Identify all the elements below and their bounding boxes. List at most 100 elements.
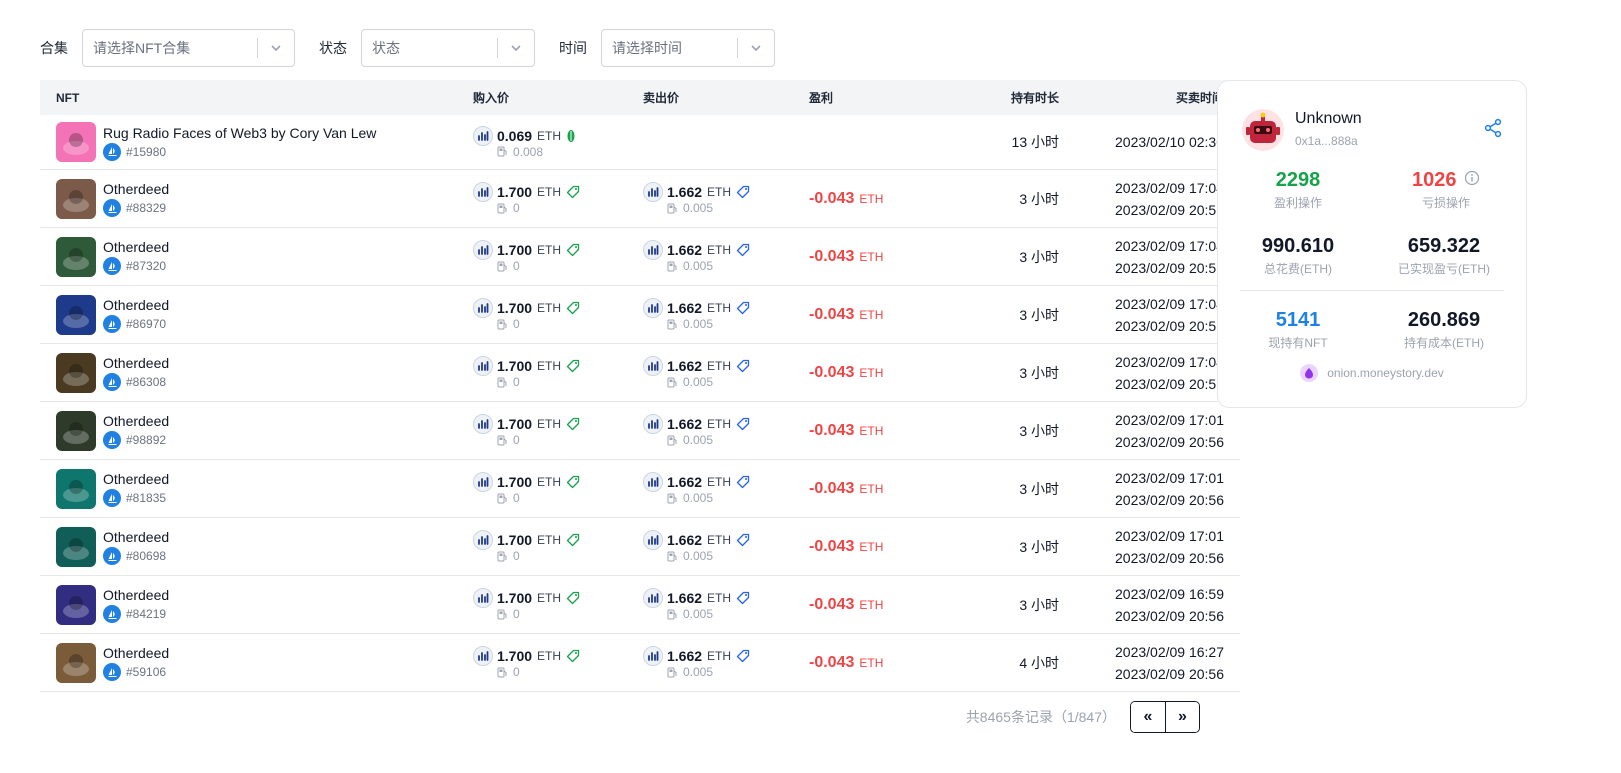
token-id-text: #59106 — [126, 665, 167, 679]
table-row[interactable]: Otherdeed #81835 1.700 ETH 0 1.662 ETH 0.005 -0.… — [40, 460, 1240, 518]
buy-price-cell: 1.700 ETH 0 — [473, 240, 643, 273]
table-row[interactable]: Otherdeed #87320 1.700 ETH 0 1.662 ETH 0.005 -0.… — [40, 228, 1240, 286]
price-tag-icon — [566, 243, 580, 257]
gas-icon — [497, 319, 507, 329]
eth-unit: ETH — [859, 191, 884, 206]
table-row[interactable]: Otherdeed #86308 1.700 ETH 0 1.662 ETH 0.005 -0.… — [40, 344, 1240, 402]
gas-icon — [667, 667, 677, 677]
pagination-buttons: « » — [1130, 701, 1200, 733]
nft-thumbnail[interactable] — [56, 294, 96, 335]
opensea-icon[interactable] — [103, 431, 121, 449]
eth-unit: ETH — [537, 475, 562, 489]
gas-icon — [497, 551, 507, 561]
table-row[interactable]: Otherdeed #98892 1.700 ETH 0 1.662 ETH 0.005 -0.… — [40, 402, 1240, 460]
table-row[interactable]: Otherdeed #88329 1.700 ETH 0 1.662 ETH 0.005 -0.… — [40, 170, 1240, 228]
table-row[interactable]: Otherdeed #80698 1.700 ETH 0 1.662 ETH 0.005 -0.… — [40, 518, 1240, 576]
table-row[interactable]: Rug Radio Faces of Web3 by Cory Van Lew #… — [40, 115, 1240, 170]
nft-thumbnail[interactable] — [56, 468, 96, 509]
profit-value: -0.043 — [809, 189, 855, 207]
nft-thumbnail[interactable] — [56, 526, 96, 567]
prev-page-button[interactable]: « — [1131, 702, 1165, 732]
site-link[interactable]: onion.moneystory.dev — [1218, 364, 1526, 382]
nft-name[interactable]: Otherdeed — [103, 238, 169, 256]
total-spent-stat: 990.610 总花费(ETH) — [1228, 235, 1368, 277]
nft-name[interactable]: Otherdeed — [103, 180, 169, 198]
status-select[interactable]: 状态 — [361, 29, 535, 67]
nft-thumbnail[interactable] — [56, 352, 96, 393]
buy-price-value: 1.700 — [497, 242, 533, 258]
buy-price-cell: 1.700 ETH 0 — [473, 588, 643, 621]
chevron-down-icon[interactable] — [258, 41, 294, 55]
eth-coin-icon — [643, 588, 663, 608]
eth-unit: ETH — [537, 533, 562, 547]
nft-cell: Otherdeed #98892 — [40, 410, 473, 451]
sell-gas-value: 0.005 — [683, 375, 714, 389]
collection-select[interactable]: 请选择NFT合集 — [82, 29, 295, 67]
opensea-icon[interactable] — [103, 663, 121, 681]
gas-icon — [497, 435, 507, 445]
buy-gas-value: 0 — [513, 433, 520, 447]
eth-coin-icon — [473, 356, 493, 376]
price-tag-icon — [566, 301, 580, 315]
table-row[interactable]: Otherdeed #86970 1.700 ETH 0 1.662 ETH 0.005 -0.… — [40, 286, 1240, 344]
onion-icon — [1300, 364, 1319, 382]
nft-name[interactable]: Otherdeed — [103, 470, 169, 488]
opensea-icon[interactable] — [103, 547, 121, 565]
buy-price-cell: 1.700 ETH 0 — [473, 530, 643, 563]
eth-unit: ETH — [537, 128, 562, 143]
sell-gas-value: 0.005 — [683, 433, 714, 447]
opensea-icon[interactable] — [103, 373, 121, 391]
nft-token-id: #98892 — [103, 431, 169, 449]
nft-cell: Otherdeed #59106 — [40, 642, 473, 683]
opensea-icon[interactable] — [103, 142, 121, 161]
holding-cost-value: 260.869 — [1407, 309, 1481, 331]
profit-ops-label: 盈利操作 — [1273, 196, 1322, 210]
time-select-placeholder: 请选择时间 — [612, 40, 682, 56]
opensea-icon[interactable] — [103, 605, 121, 623]
nft-name[interactable]: Otherdeed — [103, 296, 169, 314]
nft-thumbnail[interactable] — [56, 584, 96, 625]
nft-thumbnail[interactable] — [56, 410, 96, 451]
table-row[interactable]: Otherdeed #59106 1.700 ETH 0 1.662 ETH 0.005 -0.… — [40, 634, 1240, 692]
sell-gas-value: 0.005 — [683, 549, 714, 563]
nft-thumbnail[interactable] — [56, 178, 96, 219]
eth-coin-icon — [643, 472, 663, 492]
table-body: Rug Radio Faces of Web3 by Cory Van Lew #… — [40, 115, 1240, 692]
buy-price-cell: 1.700 ETH 0 — [473, 646, 643, 679]
opensea-icon[interactable] — [103, 315, 121, 333]
nft-name[interactable]: Otherdeed — [103, 412, 169, 430]
table-row[interactable]: Otherdeed #84219 1.700 ETH 0 1.662 ETH 0.005 -0.… — [40, 576, 1240, 634]
nft-thumbnail[interactable] — [56, 122, 96, 162]
nft-name[interactable]: Otherdeed — [103, 644, 169, 662]
header-sell-price: 卖出价 — [643, 91, 680, 105]
sell-price-cell: 1.662 ETH 0.005 — [643, 298, 809, 331]
sell-price-value: 1.662 — [667, 590, 703, 606]
buy-price-value: 1.700 — [497, 184, 533, 200]
share-icon[interactable] — [1483, 118, 1503, 143]
hold-duration: 13 小时 — [1011, 134, 1059, 150]
next-page-button[interactable]: » — [1165, 702, 1199, 732]
chevron-down-icon[interactable] — [738, 41, 774, 55]
nft-name[interactable]: Rug Radio Faces of Web3 by Cory Van Lew — [103, 124, 376, 142]
opensea-icon[interactable] — [103, 199, 121, 217]
nft-name[interactable]: Otherdeed — [103, 586, 169, 604]
holding-nft-value[interactable]: 5141 — [1228, 309, 1368, 332]
time-select[interactable]: 请选择时间 — [601, 29, 775, 67]
sell-price-value: 1.662 — [667, 474, 703, 490]
nft-thumbnail[interactable] — [56, 236, 96, 277]
nft-name[interactable]: Otherdeed — [103, 354, 169, 372]
info-icon[interactable] — [1464, 169, 1480, 192]
opensea-icon[interactable] — [103, 489, 121, 507]
nft-name[interactable]: Otherdeed — [103, 528, 169, 546]
nft-thumbnail[interactable] — [56, 642, 96, 683]
chevron-down-icon[interactable] — [498, 41, 534, 55]
sell-gas-value: 0.005 — [683, 259, 714, 273]
opensea-icon[interactable] — [103, 257, 121, 275]
eth-unit: ETH — [859, 249, 884, 264]
collection-filter-label: 合集 — [40, 40, 68, 56]
sell-time: 2023/02/09 20:56 — [1115, 259, 1224, 276]
gas-icon — [497, 146, 507, 157]
header-nft: NFT — [56, 90, 80, 105]
wallet-address[interactable]: 0x1a...888a — [1295, 134, 1358, 148]
nft-cell: Otherdeed #81835 — [40, 468, 473, 509]
